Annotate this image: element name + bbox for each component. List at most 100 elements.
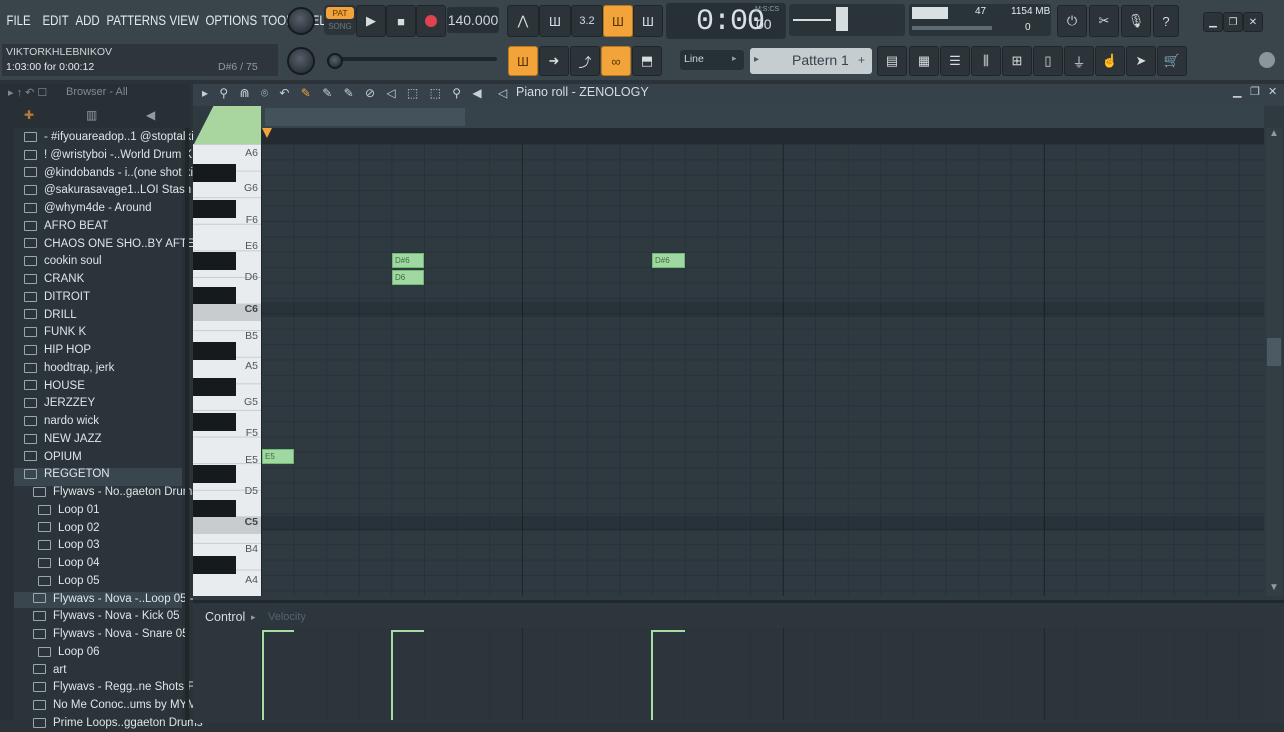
- loop-record-button[interactable]: Ш: [633, 5, 663, 37]
- black-key[interactable]: [193, 378, 236, 396]
- close-app-button[interactable]: ✕: [1243, 12, 1263, 32]
- countdown-button[interactable]: 3.2: [571, 5, 603, 37]
- globe-icon[interactable]: [1259, 52, 1275, 68]
- piano-roll-maximize-icon[interactable]: ❐: [1250, 85, 1260, 98]
- browser-item[interactable]: DITROIT: [24, 289, 90, 306]
- black-key[interactable]: [193, 556, 236, 574]
- black-key[interactable]: [193, 200, 236, 218]
- wait-input-button[interactable]: Ш: [539, 5, 571, 37]
- browser-item[interactable]: Flywavs - Nova - Kick 05: [33, 608, 180, 625]
- song-time-display[interactable]: 0:00 M:S:CS 00: [666, 3, 786, 39]
- maximize-button[interactable]: ❐: [1223, 12, 1243, 32]
- master-pitch-knob[interactable]: [287, 47, 315, 75]
- browser-item[interactable]: FUNK K: [24, 324, 86, 341]
- scroll-up-icon[interactable]: ▲: [1269, 128, 1279, 139]
- stop-button[interactable]: ■: [386, 5, 416, 37]
- velocity-lane[interactable]: [261, 628, 1264, 720]
- velocity-bar[interactable]: [651, 630, 653, 720]
- piano-roll-menu-icon[interactable]: ◁: [498, 86, 507, 100]
- browser-item[interactable]: @sakurasavage1..LOI Stash Kit: [24, 182, 208, 199]
- browser-item[interactable]: AFRO BEAT: [24, 218, 108, 235]
- tools-button[interactable]: ✂: [1089, 5, 1119, 37]
- velocity-bar[interactable]: [262, 630, 264, 720]
- browser-scrollbar[interactable]: [185, 128, 189, 720]
- online-button[interactable]: ⏻: [1057, 5, 1087, 37]
- browser-item[interactable]: hoodtrap, jerk: [24, 360, 114, 377]
- browser-item[interactable]: DRILL: [24, 307, 77, 324]
- master-volume-knob[interactable]: [287, 7, 315, 35]
- note-block[interactable]: D6: [392, 270, 424, 285]
- black-key[interactable]: [193, 413, 236, 431]
- browser-item[interactable]: Flywavs - Regg..ne Shots FREE: [33, 679, 218, 696]
- black-key[interactable]: [193, 342, 236, 360]
- main-slider-handle[interactable]: [327, 53, 343, 69]
- piano-roll-tool-icons[interactable]: ▸ ⚲ ⋒ ⌾ ↶ ✎ ✎ ✎ ⊘ ◁ ⬚ ⬚ ⚲ ◀: [202, 86, 486, 101]
- timeline-ruler[interactable]: [261, 128, 1264, 144]
- pattern-selector[interactable]: ▸ Pattern 1 +: [750, 48, 872, 74]
- vertical-scroll-thumb[interactable]: [1267, 338, 1281, 366]
- browser-item[interactable]: Loop 06: [38, 644, 100, 661]
- metronome-button[interactable]: ⋀: [507, 5, 539, 37]
- browser-title[interactable]: Browser - All: [66, 86, 128, 98]
- project-tree-button[interactable]: ⊞: [1002, 46, 1032, 76]
- browser-item[interactable]: - #ifyouareadop..1 @stoptalkin: [24, 129, 200, 146]
- add-pattern-icon[interactable]: +: [858, 53, 865, 67]
- pat-mode-label[interactable]: PAT: [326, 7, 354, 19]
- blend-recording-button[interactable]: Ш: [603, 5, 633, 37]
- channel-rack-button[interactable]: ☰: [940, 46, 970, 76]
- browser-item[interactable]: Loop 04: [38, 555, 100, 572]
- browser-item[interactable]: Loop 05: [38, 573, 100, 590]
- mic-button[interactable]: 🎙: [1121, 5, 1151, 37]
- browser-nav-icons[interactable]: ▸ ↑ ↶ ☐: [8, 86, 47, 99]
- browser-item[interactable]: @whym4de - Around: [24, 200, 152, 217]
- menu-patterns[interactable]: PATTERNS: [104, 8, 166, 32]
- menu-add[interactable]: ADD: [73, 8, 99, 32]
- help-button[interactable]: ?: [1153, 5, 1179, 37]
- playlist-button[interactable]: ▤: [877, 46, 907, 76]
- slide-button[interactable]: ⤴: [570, 46, 600, 76]
- browser-item[interactable]: @kindobands - i..(one shot kit): [24, 165, 200, 182]
- song-mode-label[interactable]: SONG: [326, 21, 354, 33]
- black-key[interactable]: [193, 287, 236, 305]
- piano-roll-title[interactable]: Piano roll - ZENOLOGY: [516, 85, 649, 99]
- control-target[interactable]: Velocity: [268, 611, 306, 623]
- step-edit-button[interactable]: ➜: [539, 46, 569, 76]
- typing-keyboard-button[interactable]: Ш: [508, 46, 538, 76]
- control-label[interactable]: Control: [205, 610, 245, 624]
- minimize-button[interactable]: ▁: [1203, 12, 1223, 32]
- touch-controller-button[interactable]: ☝: [1095, 46, 1125, 76]
- browser-item[interactable]: nardo wick: [24, 413, 99, 430]
- horizontal-scroll-thumb[interactable]: [265, 108, 465, 126]
- browser-item[interactable]: JERZZEY: [24, 395, 95, 412]
- tempo-display[interactable]: 140.000: [447, 7, 499, 33]
- browser-item[interactable]: Loop 01: [38, 502, 100, 519]
- browser-speaker-icon[interactable]: ◀: [146, 108, 155, 122]
- browser-item[interactable]: CRANK: [24, 271, 84, 288]
- browser-button[interactable]: ▯: [1033, 46, 1063, 76]
- piano-roll-close-icon[interactable]: ✕: [1268, 85, 1277, 98]
- pat-song-toggle[interactable]: PAT SONG: [324, 5, 356, 35]
- tutorial-button[interactable]: ➤: [1126, 46, 1156, 76]
- browser-item[interactable]: cookin soul: [24, 253, 102, 270]
- browser-item[interactable]: Flywavs - No..gaeton Drums: [33, 484, 198, 501]
- shop-button[interactable]: 🛒: [1157, 46, 1187, 76]
- browser-item[interactable]: ! @wristyboi -..World Drum Kit: [24, 147, 198, 164]
- snap-select[interactable]: Line ▸: [680, 50, 744, 70]
- browser-item[interactable]: REGGETON: [24, 466, 110, 483]
- menu-edit[interactable]: EDIT: [40, 8, 68, 32]
- multilink-button[interactable]: ∞: [601, 46, 631, 76]
- note-block[interactable]: D#6: [652, 253, 685, 268]
- scroll-down-icon[interactable]: ▼: [1269, 582, 1279, 593]
- piano-roll-minimize-icon[interactable]: ▁: [1233, 85, 1241, 98]
- browser-item[interactable]: Loop 02: [38, 520, 100, 537]
- velocity-bar[interactable]: [391, 630, 393, 720]
- menu-view[interactable]: VIEW: [167, 8, 198, 32]
- black-key[interactable]: [193, 465, 236, 483]
- stamp-button[interactable]: ⬒: [632, 46, 662, 76]
- note-block[interactable]: D#6: [392, 253, 424, 268]
- browser-item[interactable]: OPIUM: [24, 449, 82, 466]
- browser-item[interactable]: HIP HOP: [24, 342, 91, 359]
- browser-item[interactable]: HOUSE: [24, 378, 85, 395]
- mixer-button[interactable]: ⫼: [971, 46, 1001, 76]
- browser-item[interactable]: NEW JAZZ: [24, 431, 102, 448]
